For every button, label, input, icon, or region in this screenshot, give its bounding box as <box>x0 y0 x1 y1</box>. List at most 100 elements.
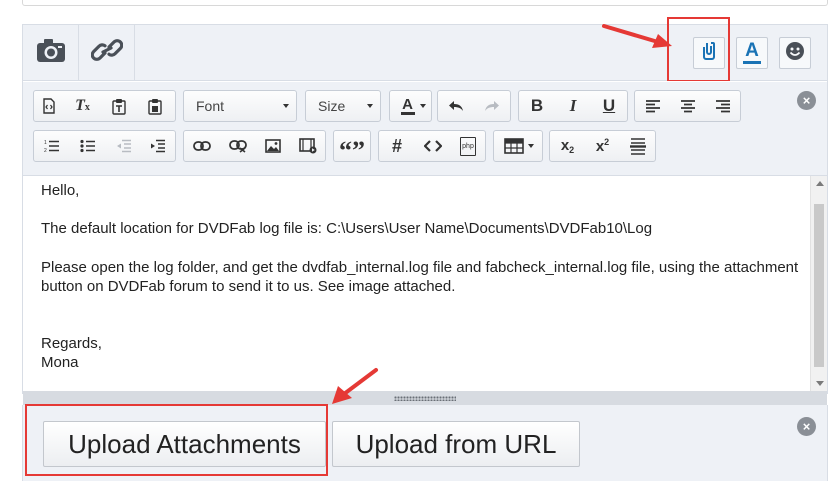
align-right-button[interactable] <box>705 91 740 121</box>
arrow-annotation-bottom <box>332 368 378 404</box>
font-color-icon: A <box>743 41 761 64</box>
list-group: 1 2 <box>33 130 176 162</box>
text-color-icon: A <box>400 95 415 115</box>
table-icon <box>504 138 524 154</box>
subscript-button[interactable]: x2 <box>550 131 585 161</box>
scroll-thumb[interactable] <box>814 204 824 367</box>
php-button[interactable]: php <box>451 131 485 161</box>
source-icon <box>43 98 55 114</box>
paste-text-icon <box>112 98 126 115</box>
unlink-button[interactable] <box>220 131 255 161</box>
close-attachment-panel-icon[interactable]: × <box>797 417 816 436</box>
image-icon <box>265 139 281 153</box>
undo-button[interactable] <box>438 91 474 121</box>
hashtag-button[interactable]: # <box>379 131 415 161</box>
redo-button[interactable] <box>474 91 510 121</box>
php-icon: php <box>460 136 476 156</box>
clipboard-group: Tx <box>33 90 176 122</box>
chevron-down-icon <box>420 104 426 108</box>
quote-button[interactable]: “” <box>334 131 370 165</box>
insert-media-button[interactable] <box>291 131 325 161</box>
camera-icon <box>35 37 67 68</box>
paste-text-button[interactable] <box>101 91 137 121</box>
link-button[interactable] <box>79 25 135 80</box>
bold-button[interactable]: B <box>519 91 555 121</box>
subscript-icon: x2 <box>560 137 575 155</box>
numbered-list-icon: 1 2 <box>44 140 59 153</box>
size-select-label: Size <box>318 98 346 114</box>
history-group <box>437 90 511 122</box>
camera-button[interactable] <box>23 25 79 80</box>
chevron-down-icon <box>283 104 289 108</box>
outdent-button[interactable] <box>106 131 141 161</box>
media-icon <box>299 138 317 154</box>
insert-table-button[interactable] <box>494 131 542 161</box>
code-group: # php <box>378 130 486 162</box>
align-left-button[interactable] <box>635 91 670 121</box>
underline-button[interactable]: U <box>591 91 627 121</box>
remove-format-icon: Tx <box>75 97 90 114</box>
editor-resize-handle[interactable] <box>23 391 827 405</box>
previous-panel-edge <box>22 0 828 6</box>
bulleted-list-icon <box>80 139 95 153</box>
paste-word-icon <box>148 98 162 115</box>
highlight-box-upload <box>25 404 328 476</box>
scroll-down-icon[interactable] <box>816 381 824 386</box>
undo-icon <box>449 101 463 111</box>
source-button[interactable] <box>34 91 64 121</box>
text-color-button[interactable]: A <box>390 91 431 121</box>
editor-scrollbar[interactable] <box>810 176 827 391</box>
signature-line: Mona <box>41 354 79 371</box>
bulleted-list-button[interactable] <box>70 131 106 161</box>
font-select-label: Font <box>196 98 225 114</box>
size-select[interactable]: Size <box>305 90 381 122</box>
outdent-icon <box>116 139 131 153</box>
align-group <box>634 90 741 122</box>
horizontal-line-button[interactable] <box>620 131 655 161</box>
text-color-group: A <box>389 90 432 122</box>
font-select[interactable]: Font <box>183 90 297 122</box>
smiley-button[interactable] <box>779 37 811 69</box>
close-toolbar-icon[interactable]: × <box>797 91 816 110</box>
smiley-icon <box>785 41 805 66</box>
regards-line: Regards, <box>41 335 102 352</box>
unlink-icon <box>228 140 247 153</box>
arrow-annotation-top <box>602 24 672 48</box>
align-right-icon <box>715 100 730 113</box>
superscript-icon: x2 <box>595 137 610 155</box>
text-style-group: B I U <box>518 90 628 122</box>
instruction-paragraph: Please open the log folder, and get the … <box>41 259 799 295</box>
log-location-line: The default location for DVDFab log file… <box>41 220 653 237</box>
align-left-icon <box>645 100 660 113</box>
greeting-line: Hello, <box>41 182 80 199</box>
link-icon <box>193 141 211 151</box>
scroll-up-icon[interactable] <box>816 181 824 186</box>
svg-text:2: 2 <box>44 148 47 153</box>
chevron-down-icon <box>367 104 373 108</box>
italic-button[interactable]: I <box>555 91 591 121</box>
paste-word-button[interactable] <box>137 91 173 121</box>
numbered-list-button[interactable]: 1 2 <box>34 131 70 161</box>
code-icon <box>424 140 442 152</box>
redo-icon <box>485 101 499 111</box>
font-color-toggle-button[interactable]: A <box>736 37 768 69</box>
remove-format-button[interactable]: Tx <box>64 91 101 121</box>
insert-image-button[interactable] <box>255 131 291 161</box>
editor-content[interactable]: Hello, The default location for DVDFab l… <box>41 181 801 372</box>
insert-link-button[interactable] <box>184 131 220 161</box>
indent-button[interactable] <box>141 131 175 161</box>
align-center-button[interactable] <box>670 91 705 121</box>
insert-group <box>183 130 326 162</box>
link-icon <box>90 36 123 69</box>
quote-group: “” <box>333 130 371 165</box>
chevron-down-icon <box>528 144 534 148</box>
code-button[interactable] <box>415 131 451 161</box>
table-group <box>493 130 543 162</box>
indent-icon <box>151 139 165 153</box>
align-center-icon <box>680 100 695 113</box>
superscript-button[interactable]: x2 <box>585 131 620 161</box>
horizontal-line-icon <box>629 138 646 155</box>
grip-icon <box>394 395 456 401</box>
upload-from-url-button[interactable]: Upload from URL <box>332 421 580 467</box>
script-group: x2 x2 <box>549 130 656 162</box>
